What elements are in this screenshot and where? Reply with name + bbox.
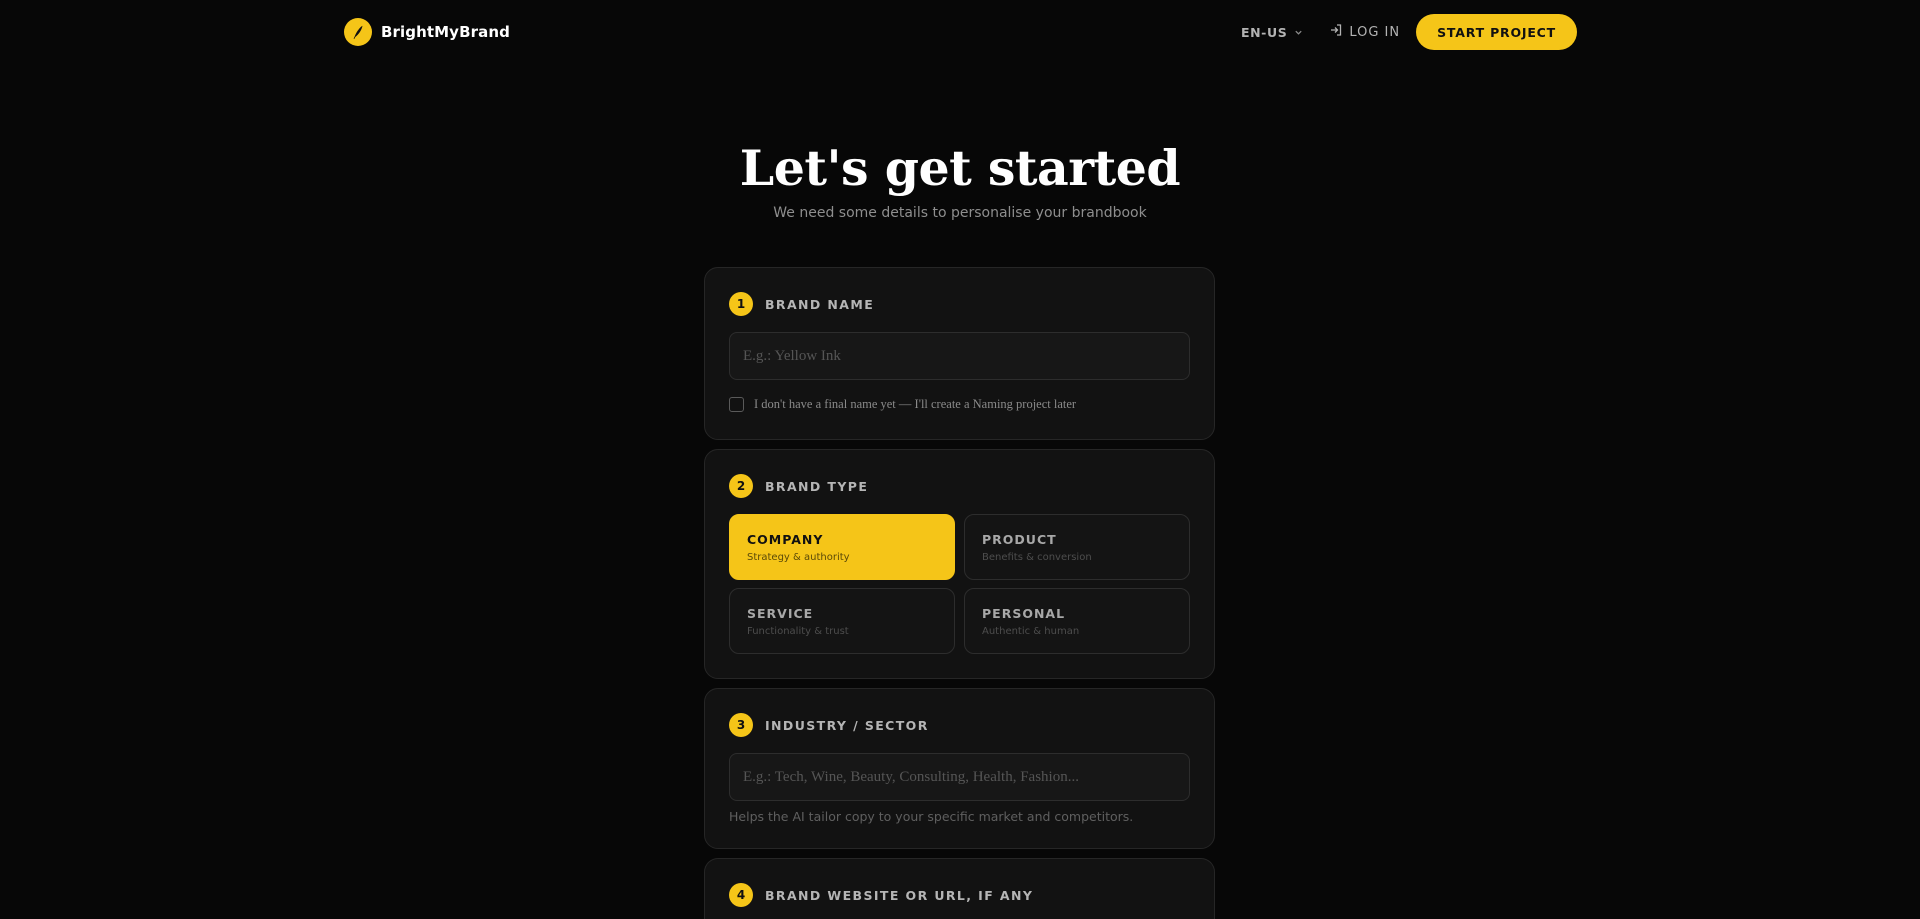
card-header: 3 INDUSTRY / SECTOR [729,713,929,737]
language-label: EN-US [1240,24,1288,40]
login-link[interactable]: LOG IN [1329,23,1400,41]
card-title: BRAND TYPE [765,478,869,494]
card-header: 2 BRAND TYPE [729,474,868,498]
card-header: 4 BRAND WEBSITE OR URL, IF ANY [729,883,1033,907]
language-selector[interactable]: EN-US [1241,25,1303,40]
step-number-badge: 1 [729,292,753,316]
page-subtitle: We need some details to personalise your… [773,205,1147,221]
login-icon [1329,23,1343,41]
brand-type-company[interactable]: COMPANY Strategy & authority [729,514,955,580]
card-title: INDUSTRY / SECTOR [765,717,929,733]
brand-type-product[interactable]: PRODUCT Benefits & conversion [964,514,1190,580]
card-title: BRAND WEBSITE OR URL, IF ANY [765,887,1034,903]
start-project-button[interactable]: START PROJECT [1416,14,1577,50]
option-name: PRODUCT [982,532,1057,547]
nav-actions: EN-US LOG IN START PROJECT [1241,14,1577,50]
feather-pen-icon [344,18,372,46]
login-label: LOG IN [1349,24,1401,40]
no-final-name-option[interactable]: I don't have a final name yet — I'll cre… [729,397,1076,412]
option-name: PERSONAL [982,606,1066,621]
option-name: COMPANY [747,532,824,547]
card-title: BRAND NAME [765,296,875,312]
option-description: Functionality & trust [747,626,849,637]
brand-name-card: 1 BRAND NAME I don't have a final name y… [704,267,1215,440]
option-description: Benefits & conversion [982,552,1092,563]
chevron-down-icon [1294,25,1303,40]
no-final-name-label: I don't have a final name yet — I'll cre… [754,397,1077,411]
brand-type-card: 2 BRAND TYPE COMPANY Strategy & authorit… [704,449,1215,679]
industry-input[interactable] [729,753,1190,801]
brand-name: BrightMyBrand [381,23,510,41]
option-description: Authentic & human [982,626,1080,637]
brand-type-personal[interactable]: PERSONAL Authentic & human [964,588,1190,654]
step-number-badge: 4 [729,883,753,907]
option-description: Strategy & authority [747,552,850,563]
option-name: SERVICE [747,606,814,621]
brand-logo-link[interactable]: BrightMyBrand [344,18,510,46]
step-number-badge: 3 [729,713,753,737]
page-title: Let's get started [739,139,1181,197]
card-header: 1 BRAND NAME [729,292,874,316]
industry-helper-text: Helps the AI tailor copy to your specifi… [729,809,1134,824]
top-navbar: BrightMyBrand EN-US LOG IN START PROJECT [0,0,1920,64]
industry-card: 3 INDUSTRY / SECTOR Helps the AI tailor … [704,688,1215,849]
step-number-badge: 2 [729,474,753,498]
website-card: 4 BRAND WEBSITE OR URL, IF ANY [704,858,1215,919]
brand-name-input[interactable] [729,332,1190,380]
no-final-name-checkbox[interactable] [729,397,744,412]
brand-type-service[interactable]: SERVICE Functionality & trust [729,588,955,654]
